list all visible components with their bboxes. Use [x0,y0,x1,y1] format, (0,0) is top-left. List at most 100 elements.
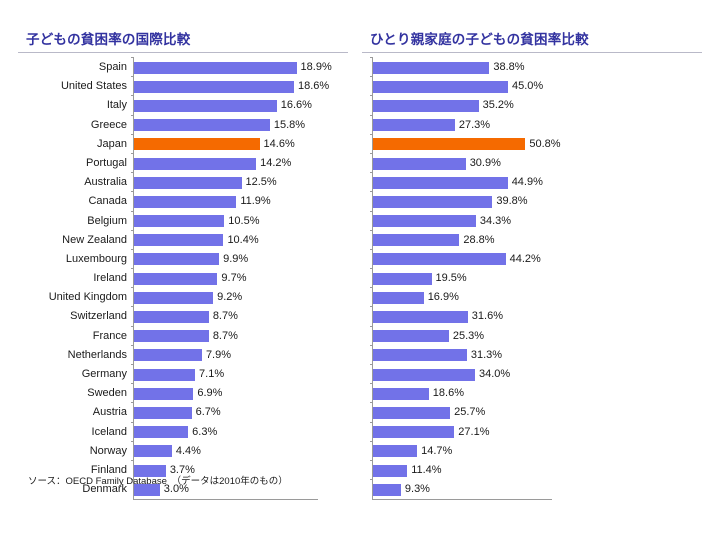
bar-value-label: 9.7% [221,272,247,285]
bar-value-label: 35.2% [482,99,514,112]
bar-value-label: 11.4% [411,463,442,476]
bar [373,349,467,362]
bar [134,426,189,439]
bar [134,99,277,112]
right-title-divider [362,52,702,53]
bar-row: 27.3% [362,114,702,135]
bar-track: 12.5% [131,172,348,193]
bar-track: 34.0% [370,363,702,385]
bar-value-label: 16.6% [280,99,312,112]
category-label: Portugal [86,156,127,169]
bar-track: 30.9% [370,152,702,174]
bar-value-label: 30.9% [469,156,501,169]
bar [373,80,508,93]
bar-track: 18.6% [370,383,702,404]
bar-value-label: 15.8% [273,118,306,131]
bar-row: 45.0% [362,76,702,97]
right-axis-wrap [362,499,702,501]
bar-value-label: 6.3% [192,425,218,438]
bar-track: 16.6% [131,95,348,116]
bar-row: Portugal 14.2% [18,152,348,174]
bar-value-label: 39.8% [496,195,528,208]
bar-track: 31.6% [370,306,702,327]
bar-row: Austria 6.7% [18,402,348,423]
bar-track: 31.3% [370,344,702,365]
bar-value-label: 50.8% [529,137,561,150]
bar-row: 27.1% [362,421,702,442]
bar [373,272,432,285]
bar-value-label: 16.9% [427,291,459,304]
bar-row: 44.9% [362,172,702,193]
bar-row: United Kingdom 9.2% [18,287,348,308]
category-label: Australia [84,176,127,189]
bar-track: 15.8% [131,114,348,135]
bar-track: 44.2% [370,248,702,270]
category-label: Belgium [87,214,127,227]
bar [134,61,297,74]
bar-value-label: 27.3% [458,118,491,131]
bar-track: 9.3% [370,479,702,500]
bar-row: 31.6% [362,306,702,327]
bar-row: Australia 12.5% [18,172,348,193]
bar-row: Japan 14.6% [18,133,348,154]
bar-track: 8.7% [131,306,348,327]
bar-value-label: 14.2% [260,156,292,169]
bar-value-label: 18.6% [432,387,464,400]
bar-value-label: 34.0% [479,368,511,380]
bar [373,195,493,208]
bar-row: Spain 18.9% [18,56,348,78]
bar-value-label: 14.7% [421,444,453,457]
category-label: Netherlands [67,348,127,361]
bar-track: 28.8% [370,229,702,250]
bar-value-label: 11.9% [240,195,271,208]
bar-row: Luxembourg 9.9% [18,248,348,270]
bar-track: 18.9% [131,56,348,78]
slide: 子どもの貧困率の国際比較 Spain 18.9% United States 18.6… [0,0,720,540]
bar-row: 11.4% [362,459,702,481]
bar-track: 6.3% [131,421,348,442]
bar-track: 25.7% [370,402,702,423]
right-chart-title: ひとり親家庭の子どもの貧困率比較 [370,32,589,47]
category-label: United Kingdom [48,291,127,304]
bar-track: 4.4% [131,440,348,461]
bar-value-label: 14.6% [263,137,295,150]
bar-value-label: 9.3% [404,483,430,496]
bar-row: Switzerland 8.7% [18,306,348,327]
bar-row: New Zealand 10.4% [18,229,348,250]
bar-row: Belgium 10.5% [18,210,348,231]
bar-value-label: 4.4% [175,444,201,457]
bar [373,253,506,266]
bar-track: 16.9% [370,287,702,308]
bar-row: 50.8% [362,133,702,154]
bar-value-label: 10.5% [228,214,260,227]
bar [373,387,429,400]
bar-track: 45.0% [370,76,702,97]
bar-row: 31.3% [362,344,702,365]
bar [134,215,225,228]
bar-highlighted [373,138,526,151]
bar [373,368,475,381]
category-label: Spain [98,61,127,73]
bar-row: Germany 7.1% [18,363,348,385]
bar [134,176,242,189]
bar-track: 27.1% [370,421,702,442]
bar-track: 9.2% [131,287,348,308]
bar-row: 35.2% [362,95,702,116]
bar [134,330,209,343]
bar-track: 7.9% [131,344,348,365]
bar-row: 9.3% [362,479,702,500]
bar [373,406,451,419]
bar [134,291,214,304]
bar-row: 19.5% [362,268,702,289]
bar-value-label: 8.7% [212,329,238,342]
bar-track: 35.2% [370,95,702,116]
bar-row: Norway 4.4% [18,440,348,461]
bar-track: 14.2% [131,152,348,174]
bar-row: France 8.7% [18,325,348,346]
bar-value-label: 25.3% [452,329,485,342]
bar-row: 34.0% [362,363,702,385]
bar-track: 14.7% [370,440,702,461]
bar-row: Iceland 6.3% [18,421,348,442]
bar [373,445,418,458]
bar-row: Canada 11.9% [18,191,348,212]
